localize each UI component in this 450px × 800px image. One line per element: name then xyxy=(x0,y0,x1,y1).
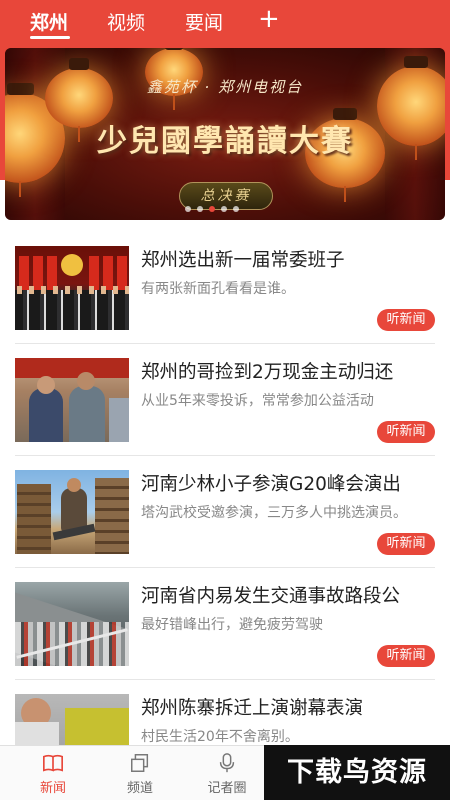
listen-news-button[interactable]: 听新闻 xyxy=(377,421,435,443)
nav-news[interactable]: 新闻 xyxy=(18,752,88,796)
layers-icon xyxy=(131,754,149,772)
active-tab-indicator xyxy=(30,36,70,39)
carousel-dot[interactable] xyxy=(221,206,227,212)
carousel-dot[interactable] xyxy=(233,206,239,212)
listen-news-button[interactable]: 听新闻 xyxy=(377,533,435,555)
banner-title: 少兒國學誦讀大賽 xyxy=(97,124,353,159)
tab-video[interactable]: 视频 xyxy=(107,8,145,35)
news-item[interactable]: 郑州的哥捡到2万现金主动归还 从业5年来零投诉，常常参加公益活动 听新闻 xyxy=(0,344,450,456)
listen-news-button[interactable]: 听新闻 xyxy=(377,309,435,331)
top-tab-bar: 郑州 视频 要闻 + xyxy=(0,0,450,44)
add-tab-icon[interactable]: + xyxy=(258,4,280,34)
news-title: 郑州的哥捡到2万现金主动归还 xyxy=(141,362,394,383)
news-thumbnail xyxy=(15,246,129,330)
news-item[interactable]: 河南省内易发生交通事故路段公 最好错峰出行，避免疲劳驾驶 听新闻 xyxy=(0,568,450,680)
promo-banner[interactable]: 鑫苑杯 · 郑州电视台 少兒國學誦讀大賽 总决赛 xyxy=(5,48,445,220)
news-subtitle: 塔沟武校受邀参演，三万多人中挑选演员。 xyxy=(141,505,407,521)
nav-channels[interactable]: 频道 xyxy=(105,752,175,796)
nav-label: 新闻 xyxy=(39,781,66,796)
news-thumbnail xyxy=(15,358,129,442)
news-subtitle: 最好错峰出行，避免疲劳驾驶 xyxy=(141,617,323,633)
news-item[interactable]: 郑州选出新一届常委班子 有两张新面孔看看是谁。 听新闻 xyxy=(0,232,450,344)
book-icon xyxy=(43,754,63,772)
tab-zhengzhou[interactable]: 郑州 xyxy=(30,8,68,35)
carousel-dots xyxy=(185,206,239,212)
tab-headlines[interactable]: 要闻 xyxy=(185,8,223,35)
news-subtitle: 从业5年来零投诉，常常参加公益活动 xyxy=(141,393,374,409)
carousel-dot[interactable] xyxy=(185,206,191,212)
news-title: 郑州选出新一届常委班子 xyxy=(141,250,345,271)
nav-label: 频道 xyxy=(126,781,153,796)
nav-reporters[interactable]: 记者圈 xyxy=(192,752,262,796)
carousel-dot[interactable] xyxy=(197,206,203,212)
news-thumbnail xyxy=(15,470,129,554)
news-title: 河南少林小子参演G20峰会演出 xyxy=(141,474,401,495)
carousel-dot-active[interactable] xyxy=(209,206,215,212)
banner-subtitle: 鑫苑杯 · 郑州电视台 xyxy=(146,78,304,96)
listen-news-button[interactable]: 听新闻 xyxy=(377,645,435,667)
app-screen: 郑州 视频 要闻 + 鑫苑杯 · 郑州电视台 少兒國學誦讀大賽 总决赛 郑州选出… xyxy=(0,0,450,800)
microphone-icon xyxy=(219,753,235,773)
news-thumbnail xyxy=(15,582,129,666)
news-title: 河南省内易发生交通事故路段公 xyxy=(141,586,401,607)
news-subtitle: 有两张新面孔看看是谁。 xyxy=(141,281,295,297)
news-title: 郑州陈寨拆迁上演谢幕表演 xyxy=(141,698,364,719)
nav-label: 记者圈 xyxy=(207,781,247,796)
watermark-logo: 下载鸟资源 xyxy=(264,745,450,800)
news-item[interactable]: 河南少林小子参演G20峰会演出 塔沟武校受邀参演，三万多人中挑选演员。 听新闻 xyxy=(0,456,450,568)
